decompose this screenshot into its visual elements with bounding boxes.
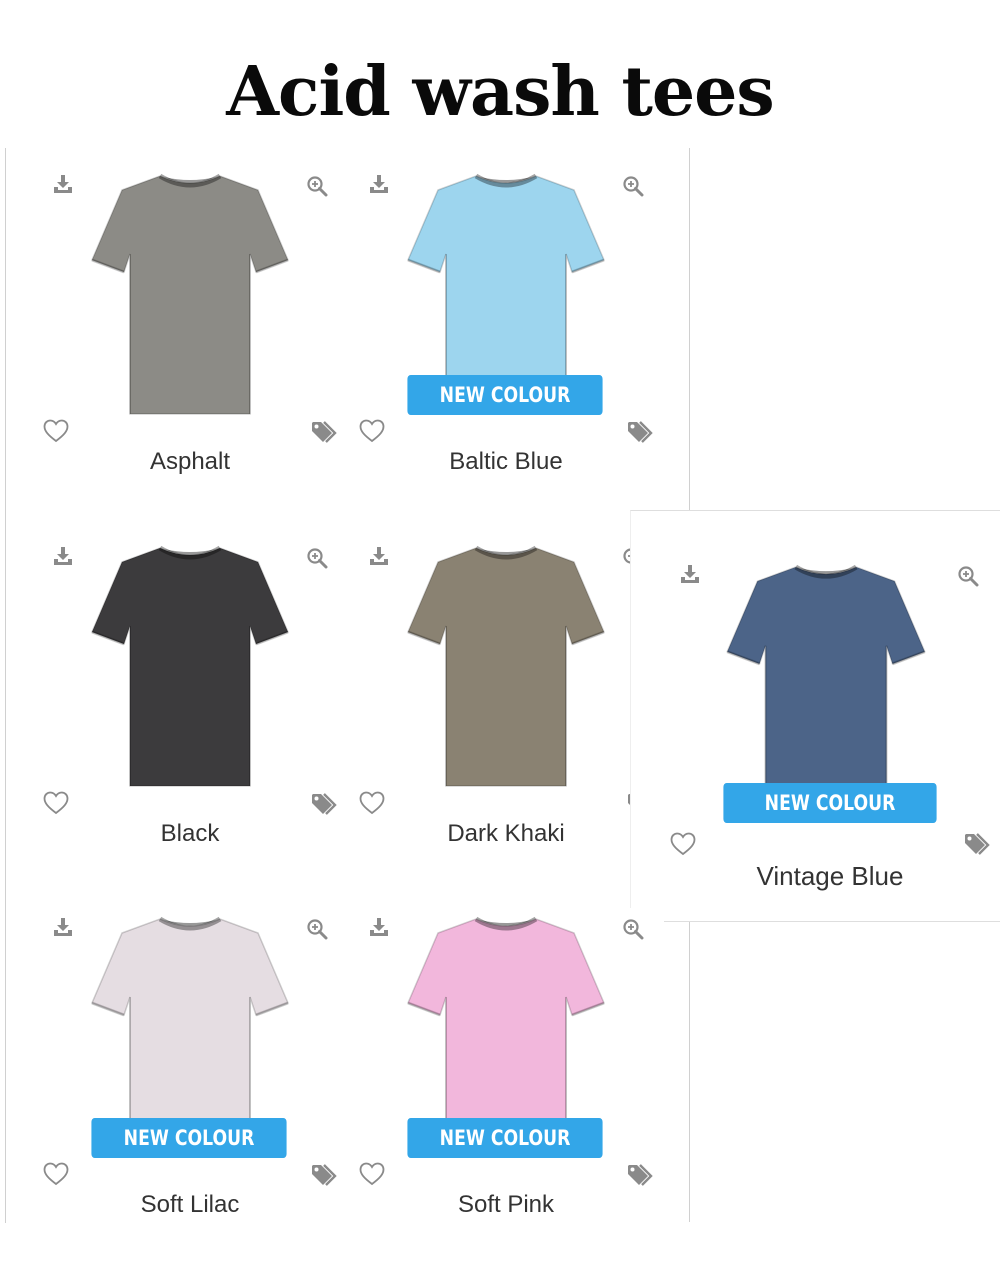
- heart-icon[interactable]: [669, 831, 697, 857]
- zoom-in-icon[interactable]: [622, 918, 644, 940]
- product-name[interactable]: Vintage Blue: [645, 861, 1000, 892]
- heart-icon[interactable]: [42, 418, 70, 444]
- heart-icon[interactable]: [42, 1161, 70, 1187]
- product-name[interactable]: Baltic Blue: [348, 448, 664, 476]
- tags-icon[interactable]: [626, 1162, 656, 1188]
- product-image[interactable]: [90, 540, 290, 790]
- grid-divider-middle: [689, 922, 690, 1222]
- zoom-in-icon[interactable]: [306, 918, 328, 940]
- product-card[interactable]: Black: [32, 537, 348, 877]
- new-colour-badge: NEW COLOUR: [91, 1118, 287, 1158]
- product-card[interactable]: NEW COLOUR Vintage Blue: [630, 510, 1000, 922]
- new-colour-badge: NEW COLOUR: [723, 783, 937, 823]
- download-icon[interactable]: [368, 545, 390, 567]
- product-name[interactable]: Asphalt: [32, 448, 348, 476]
- grid-divider-middle: [689, 148, 690, 510]
- download-icon[interactable]: [52, 916, 74, 938]
- tags-icon[interactable]: [963, 831, 993, 857]
- zoom-in-icon[interactable]: [306, 547, 328, 569]
- heart-icon[interactable]: [358, 790, 386, 816]
- product-image[interactable]: [715, 559, 937, 811]
- download-icon[interactable]: [368, 173, 390, 195]
- download-icon[interactable]: [52, 545, 74, 567]
- product-name[interactable]: Soft Pink: [348, 1191, 664, 1219]
- download-icon[interactable]: [52, 173, 74, 195]
- page-title: Acid wash tees: [226, 52, 774, 132]
- heart-icon[interactable]: [358, 1161, 386, 1187]
- zoom-in-icon[interactable]: [622, 175, 644, 197]
- product-name[interactable]: Dark Khaki: [348, 820, 664, 848]
- grid-divider-left: [5, 148, 6, 1223]
- product-card[interactable]: NEW COLOUR Baltic Blue: [348, 165, 664, 505]
- download-icon[interactable]: [679, 563, 701, 585]
- heart-icon[interactable]: [42, 790, 70, 816]
- tags-icon[interactable]: [626, 419, 656, 445]
- new-colour-badge: NEW COLOUR: [407, 1118, 603, 1158]
- product-name[interactable]: Black: [32, 820, 348, 848]
- product-card[interactable]: Asphalt: [32, 165, 348, 505]
- product-image[interactable]: [406, 540, 606, 790]
- product-card[interactable]: Dark Khaki: [348, 537, 664, 877]
- tags-icon[interactable]: [310, 419, 340, 445]
- new-colour-badge: NEW COLOUR: [407, 375, 603, 415]
- tags-icon[interactable]: [310, 1162, 340, 1188]
- product-card[interactable]: NEW COLOUR Soft Pink: [348, 908, 664, 1248]
- heart-icon[interactable]: [358, 418, 386, 444]
- zoom-in-icon[interactable]: [957, 565, 979, 587]
- zoom-in-icon[interactable]: [306, 175, 328, 197]
- product-name[interactable]: Soft Lilac: [32, 1191, 348, 1219]
- download-icon[interactable]: [368, 916, 390, 938]
- product-image[interactable]: [90, 168, 290, 418]
- tags-icon[interactable]: [310, 791, 340, 817]
- product-card[interactable]: NEW COLOUR Soft Lilac: [32, 908, 348, 1248]
